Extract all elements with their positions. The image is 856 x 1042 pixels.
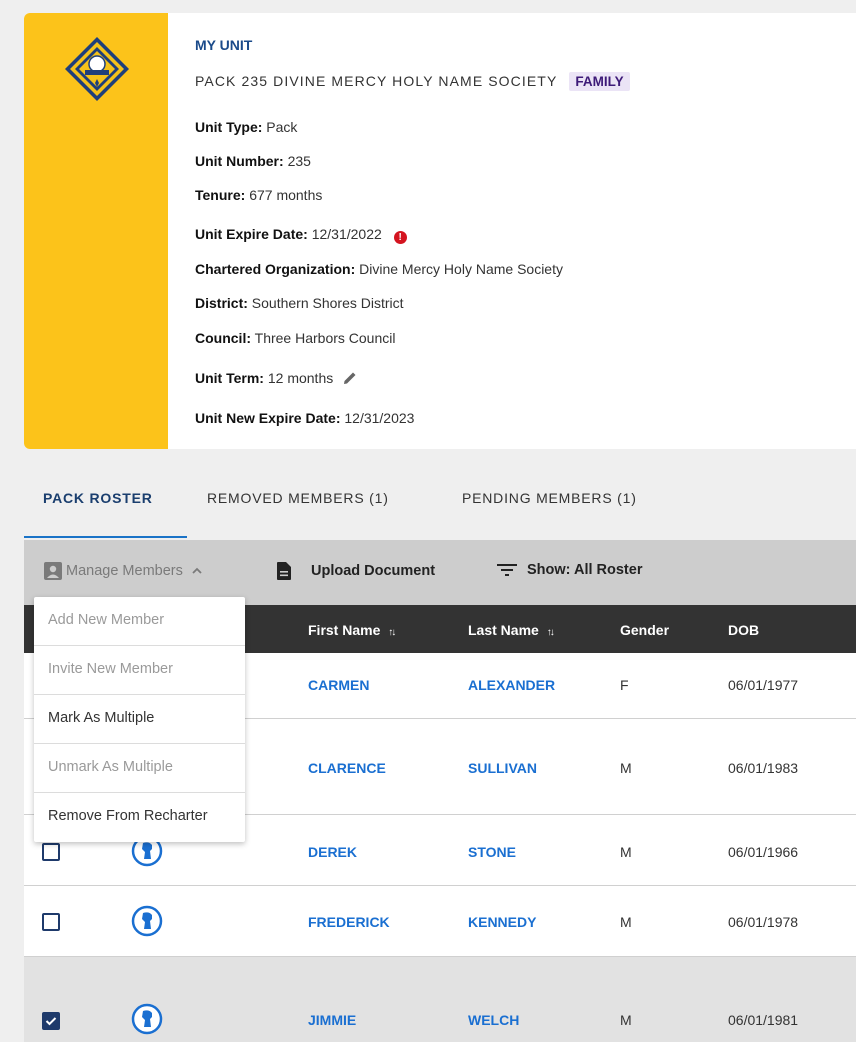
first-name-cell[interactable]: JIMMIE — [308, 1012, 356, 1028]
unit-new-expire-value: 12/31/2023 — [344, 410, 415, 426]
alert-icon[interactable]: ! — [393, 231, 407, 244]
chevron-up-icon — [192, 567, 202, 574]
dob-cell: 06/01/1983 — [728, 760, 799, 776]
unit-new-expire-label: Unit New Expire Date: — [195, 410, 341, 426]
dob-cell: 06/01/1978 — [728, 914, 799, 930]
tenure-value: 677 months — [249, 187, 323, 203]
cub-scout-avatar-icon — [131, 905, 163, 937]
show-filter-label: Show: All Roster — [527, 562, 643, 578]
last-name-header-label: Last Name — [468, 622, 539, 638]
tab-pending-members[interactable]: PENDING MEMBERS (1) — [462, 490, 637, 520]
manage-members-button[interactable]: Manage Members — [44, 562, 203, 580]
filter-icon — [497, 564, 517, 576]
person-icon — [44, 562, 62, 580]
last-name-cell[interactable]: STONE — [468, 844, 516, 860]
row-checkbox[interactable] — [42, 843, 60, 861]
menu-item-remove-from-recharter[interactable]: Remove From Recharter — [34, 793, 245, 842]
last-name-cell[interactable]: ALEXANDER — [468, 677, 555, 693]
cub-scout-logo-icon — [65, 37, 129, 101]
unit-expire-label: Unit Expire Date: — [195, 226, 308, 242]
last-name-cell[interactable]: SULLIVAN — [468, 760, 537, 776]
table-row[interactable]: JIMMIE WELCH M 06/01/1981 — [24, 957, 856, 1042]
gender-cell: M — [620, 914, 632, 930]
unit-name-text: PACK 235 DIVINE MERCY HOLY NAME SOCIETY — [195, 73, 558, 89]
unit-type-label: Unit Type: — [195, 119, 263, 135]
unit-new-expire-row: Unit New Expire Date: 12/31/2023 — [195, 410, 414, 426]
tab-removed-members[interactable]: REMOVED MEMBERS (1) — [207, 490, 389, 520]
unit-type-row: Unit Type: Pack — [195, 119, 297, 135]
chartered-org-label: Chartered Organization: — [195, 261, 356, 277]
tab-pack-roster[interactable]: PACK ROSTER — [43, 490, 153, 520]
unit-expire-value: 12/31/2022 — [311, 226, 382, 242]
menu-item-invite-new-member[interactable]: Invite New Member — [34, 646, 245, 695]
tenure-row: Tenure: 677 months — [195, 187, 322, 203]
chartered-org-value: Divine Mercy Holy Name Society — [359, 261, 563, 277]
dob-cell: 06/01/1981 — [728, 1012, 799, 1028]
unit-type-value: Pack — [266, 119, 298, 135]
unit-term-value: 12 months — [267, 370, 334, 386]
first-name-cell[interactable]: FREDERICK — [308, 914, 390, 930]
menu-item-unmark-as-multiple[interactable]: Unmark As Multiple — [34, 744, 245, 793]
tenure-label: Tenure: — [195, 187, 246, 203]
menu-item-add-new-member[interactable]: Add New Member — [34, 597, 245, 646]
roster-tabs: PACK ROSTER REMOVED MEMBERS (1) PENDING … — [24, 490, 856, 538]
row-checkbox[interactable] — [42, 913, 60, 931]
council-row: Council: Three Harbors Council — [195, 330, 395, 346]
manage-members-label: Manage Members — [66, 563, 183, 579]
first-name-header[interactable]: First Name ↑↓ — [308, 622, 396, 638]
first-name-cell[interactable]: CLARENCE — [308, 760, 386, 776]
row-checkbox-checked[interactable] — [42, 1012, 60, 1030]
last-name-header[interactable]: Last Name ↑↓ — [468, 622, 555, 638]
sort-icon[interactable]: ↑↓ — [547, 627, 555, 638]
unit-number-label: Unit Number: — [195, 153, 284, 169]
unit-term-row: Unit Term: 12 months — [195, 370, 357, 386]
my-unit-title: MY UNIT — [195, 37, 253, 53]
gender-cell: M — [620, 844, 632, 860]
unit-expire-row: Unit Expire Date: 12/31/2022 ! — [195, 226, 407, 244]
active-tab-indicator — [24, 536, 187, 538]
first-name-header-label: First Name — [308, 622, 381, 638]
first-name-cell[interactable]: CARMEN — [308, 677, 369, 693]
show-filter-button[interactable]: Show: All Roster — [497, 562, 642, 578]
gender-cell: M — [620, 760, 632, 776]
unit-card: MY UNIT PACK 235 DIVINE MERCY HOLY NAME … — [24, 13, 856, 449]
menu-item-mark-as-multiple[interactable]: Mark As Multiple — [34, 695, 245, 744]
dob-cell: 06/01/1977 — [728, 677, 799, 693]
first-name-cell[interactable]: DEREK — [308, 844, 357, 860]
council-value: Three Harbors Council — [254, 330, 396, 346]
chartered-org-row: Chartered Organization: Divine Mercy Hol… — [195, 261, 563, 277]
unit-banner — [24, 13, 168, 449]
dob-cell: 06/01/1966 — [728, 844, 799, 860]
district-value: Southern Shores District — [251, 295, 404, 311]
document-icon — [277, 562, 291, 580]
upload-document-button[interactable]: Upload Document — [277, 562, 435, 580]
sort-icon[interactable]: ↑↓ — [388, 627, 396, 638]
unit-number-value: 235 — [287, 153, 311, 169]
gender-cell: F — [620, 677, 629, 693]
unit-number-row: Unit Number: 235 — [195, 153, 311, 169]
family-badge: FAMILY — [569, 72, 630, 91]
district-row: District: Southern Shores District — [195, 295, 404, 311]
manage-members-menu: Add New Member Invite New Member Mark As… — [34, 597, 245, 842]
edit-pencil-icon[interactable] — [343, 371, 357, 385]
last-name-cell[interactable]: KENNEDY — [468, 914, 536, 930]
council-label: Council: — [195, 330, 251, 346]
gender-header: Gender — [620, 622, 670, 638]
upload-document-label: Upload Document — [311, 563, 436, 579]
roster-toolbar: Manage Members Upload Document Show: All… — [24, 540, 856, 605]
table-row[interactable]: FREDERICK KENNEDY M 06/01/1978 — [24, 886, 856, 957]
gender-cell: M — [620, 1012, 632, 1028]
check-icon — [45, 1017, 57, 1026]
cub-scout-avatar-icon — [131, 1003, 163, 1035]
last-name-cell[interactable]: WELCH — [468, 1012, 519, 1028]
district-label: District: — [195, 295, 248, 311]
unit-name: PACK 235 DIVINE MERCY HOLY NAME SOCIETY F… — [195, 72, 630, 91]
unit-term-label: Unit Term: — [195, 370, 264, 386]
dob-header: DOB — [728, 622, 760, 638]
